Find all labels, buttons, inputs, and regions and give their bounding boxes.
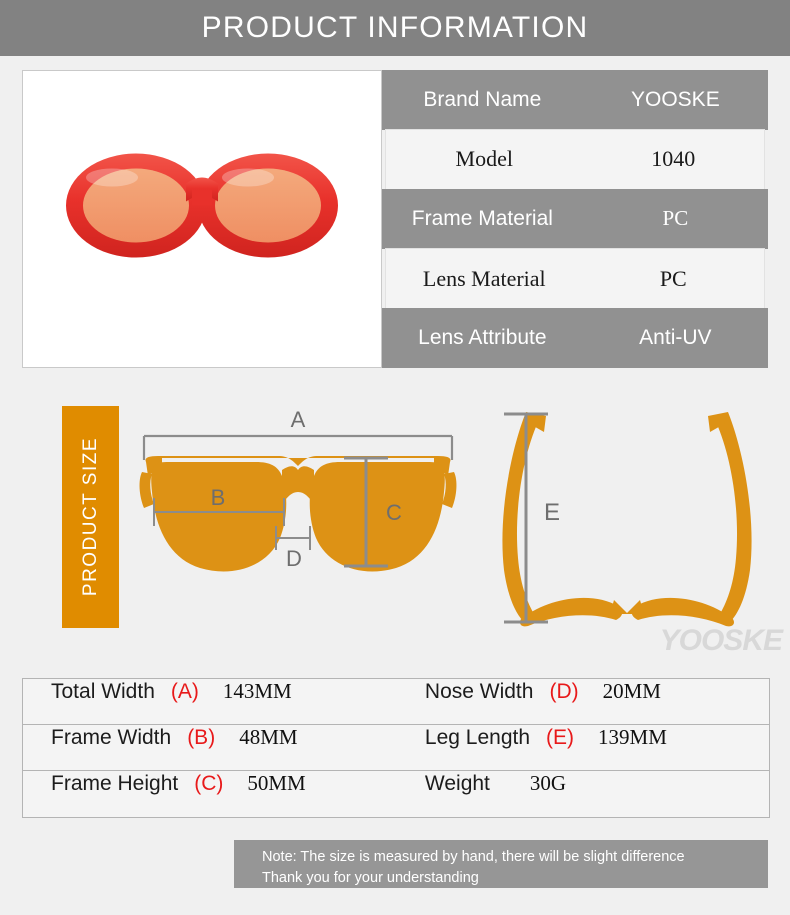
- spec-value: Anti-UV: [639, 326, 712, 350]
- product-size-label-bar: PRODUCT SIZE: [62, 406, 119, 628]
- spec-value: PC: [659, 265, 687, 291]
- dimension-cell: Leg Length (E) 139MM: [411, 725, 769, 770]
- marker-a-label: A: [291, 407, 306, 432]
- dimension-letter: (C): [194, 772, 224, 795]
- spec-label: Model: [455, 146, 513, 172]
- spec-label: Frame Material: [411, 206, 553, 230]
- spec-label: Lens Attribute: [418, 326, 547, 350]
- page-title: PRODUCT INFORMATION: [201, 11, 589, 44]
- table-row: Frame Height (C) 50MM Weight 30G: [23, 771, 769, 817]
- dimension-letter: (A): [170, 680, 199, 703]
- spec-label: Brand Name: [423, 87, 542, 111]
- dimension-value: 139MM: [598, 725, 667, 749]
- dimension-cell: Total Width (A) 143MM: [23, 679, 411, 724]
- spec-value: 1040: [651, 146, 696, 172]
- spec-row: Brand Name YOOSKE: [382, 70, 768, 130]
- product-photo-sunglasses: [66, 153, 338, 258]
- specification-table: Brand Name YOOSKE Model 1040 Frame Mater…: [382, 70, 768, 368]
- dimension-value: 30G: [529, 771, 567, 795]
- product-overview-section: Brand Name YOOSKE Model 1040 Frame Mater…: [0, 70, 790, 368]
- note-line-2: Thank you for your understanding: [262, 870, 479, 887]
- table-row: Total Width (A) 143MM Nose Width (D) 20M…: [23, 679, 769, 725]
- marker-c-label: C: [386, 500, 402, 525]
- note-banner: Note: The size is measured by hand, ther…: [234, 840, 768, 888]
- dimension-letter: (E): [546, 726, 575, 749]
- dimension-value: 143MM: [222, 679, 292, 703]
- marker-d-label: D: [286, 546, 302, 571]
- dimension-name: Total Width: [51, 680, 155, 703]
- dimension-cell: Frame Height (C) 50MM: [23, 771, 411, 817]
- spec-value: YOOSKE: [631, 87, 720, 111]
- dimension-cell: Frame Width (B) 48MM: [23, 725, 411, 770]
- marker-e-label: E: [544, 499, 560, 526]
- product-photo-panel: [22, 70, 382, 368]
- front-view-diagram: A B D C: [139, 407, 457, 572]
- dimension-cell: Nose Width (D) 20MM: [411, 679, 769, 724]
- dimension-name: Nose Width: [424, 680, 534, 703]
- note-line-1: Note: The size is measured by hand, ther…: [262, 849, 685, 865]
- brand-watermark: YOOSKE: [659, 624, 783, 657]
- spec-value: PC: [662, 206, 689, 231]
- dimension-value: 48MM: [239, 725, 298, 749]
- table-row: Frame Width (B) 48MM Leg Length (E) 139M…: [23, 725, 769, 771]
- spec-row: Frame Material PC: [382, 189, 768, 249]
- spec-row: Lens Attribute Anti-UV: [382, 308, 768, 368]
- marker-b-label: B: [211, 485, 226, 510]
- dimension-letter: (D): [549, 680, 579, 703]
- product-size-section: PRODUCT SIZE A B D C E YOOSKE: [0, 400, 790, 668]
- product-size-label: PRODUCT SIZE: [79, 437, 101, 597]
- dimension-letter: (B): [187, 726, 216, 749]
- dimension-name: Frame Width: [51, 726, 172, 749]
- spec-row: Lens Material PC: [386, 248, 764, 309]
- dimension-cell: Weight 30G: [411, 771, 769, 817]
- spec-label: Lens Material: [422, 265, 546, 291]
- dimension-name: Weight: [424, 772, 490, 795]
- temple-view-diagram: E: [502, 412, 752, 627]
- dimension-value: 50MM: [247, 771, 306, 795]
- spec-row: Model 1040: [386, 129, 764, 190]
- dimension-table: Total Width (A) 143MM Nose Width (D) 20M…: [22, 678, 770, 818]
- page-header: PRODUCT INFORMATION: [0, 0, 790, 56]
- dimension-name: Frame Height: [51, 772, 179, 795]
- dimension-name: Leg Length: [424, 726, 531, 749]
- dimension-value: 20MM: [602, 679, 661, 703]
